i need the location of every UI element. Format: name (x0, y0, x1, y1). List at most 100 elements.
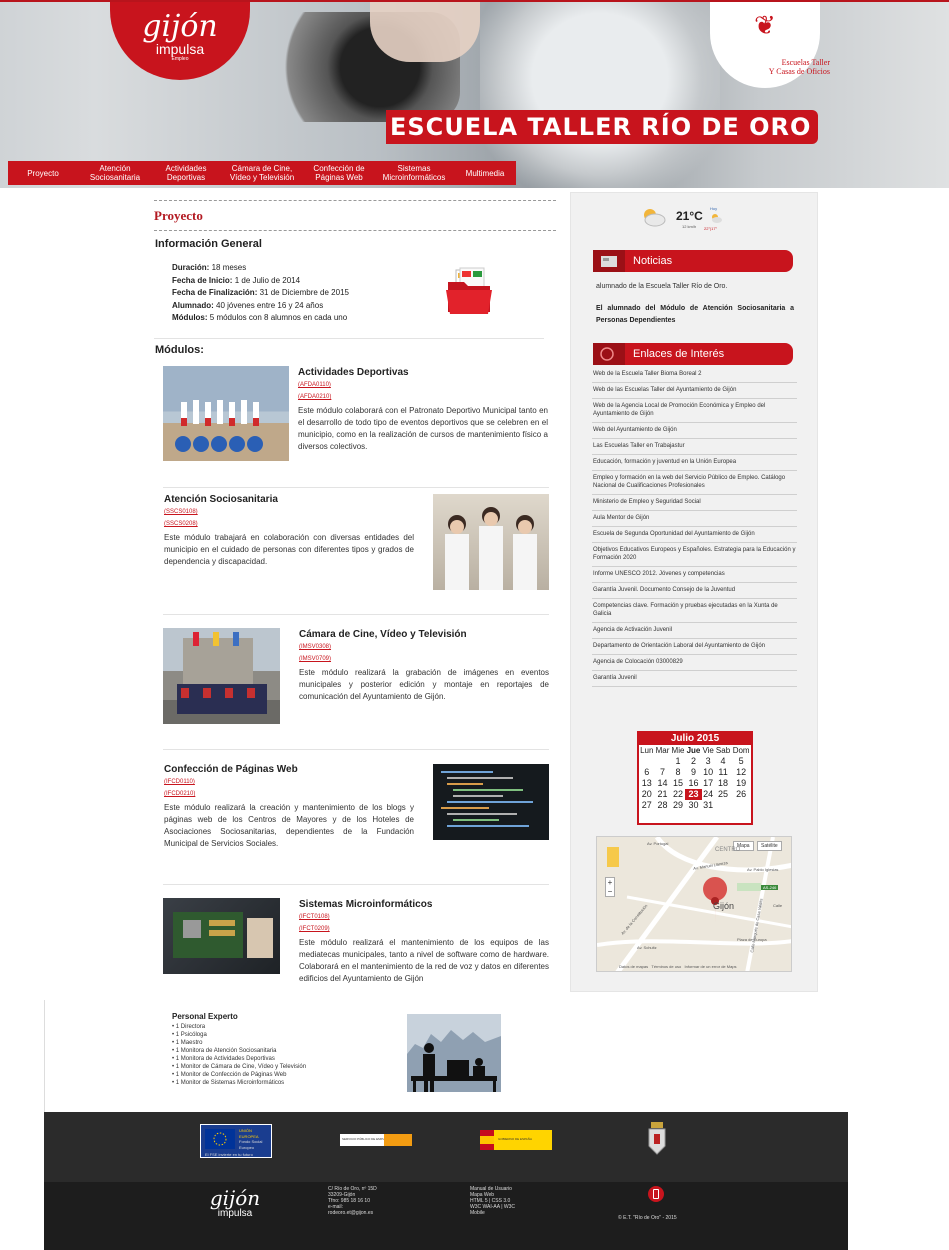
calendar-day[interactable]: 15 (671, 778, 686, 789)
calendar-day[interactable]: 2 (685, 756, 701, 767)
link-item[interactable]: Escuela de Segunda Oportunidad del Ayunt… (592, 527, 797, 543)
link-item[interactable]: Web del Ayuntamiento de Gijón (592, 423, 797, 439)
calendar-day[interactable]: 3 (702, 756, 715, 767)
link-item[interactable]: Garantía Juvenil (592, 671, 797, 687)
link-item[interactable]: Ministerio de Empleo y Seguridad Social (592, 495, 797, 511)
calendar-day[interactable]: 8 (671, 767, 686, 778)
calendar-day[interactable]: 23 (685, 789, 702, 800)
mobile-icon[interactable] (648, 1186, 664, 1202)
weekday: Mie (671, 746, 685, 755)
module-code-link[interactable]: (SSCS0108) (164, 507, 198, 517)
sepe-logo[interactable]: SERVICIO PÚBLICO DE EMPLEO ESTATAL (340, 1134, 412, 1146)
calendar-day[interactable]: 11 (715, 767, 732, 778)
calendar-day[interactable]: 19 (731, 778, 751, 789)
link-item[interactable]: Competencias clave. Formación y pruebas … (592, 599, 797, 623)
link-item[interactable]: Web de la Agencia Local de Promoción Eco… (592, 399, 797, 423)
calendar-day[interactable]: 10 (702, 767, 715, 778)
link-item[interactable]: Web de las Escuelas Taller del Ayuntamie… (592, 383, 797, 399)
calendar-day[interactable]: 9 (685, 767, 701, 778)
calendar-day[interactable]: 6 (639, 767, 655, 778)
calendar-day[interactable]: 14 (655, 778, 671, 789)
link-item[interactable]: Educación, formación y juventud en la Un… (592, 455, 797, 471)
nav-atencion-sociosanitaria[interactable]: Atención Sociosanitaria (78, 161, 152, 185)
link-item[interactable]: Empleo y formación en la web del Servici… (592, 471, 797, 495)
hand-photo (370, 2, 480, 62)
footer-gijon-logo[interactable]: gijón impulsa (200, 1188, 270, 1228)
calendar-day[interactable]: 25 (715, 789, 732, 800)
map-label: Calle (773, 903, 783, 908)
email-link[interactable]: rodeoro.et@gijon.es (328, 1210, 377, 1216)
module-code-link[interactable]: (IMSV0308) (299, 642, 331, 652)
calendar-day[interactable]: 30 (685, 800, 701, 811)
calendar-day[interactable]: 7 (655, 767, 671, 778)
calendar-day[interactable]: 5 (731, 756, 751, 767)
link-item[interactable]: Departamento de Orientación Laboral del … (592, 639, 797, 655)
news-item[interactable]: El alumnado del Módulo de Atención Socio… (596, 303, 794, 327)
news-item[interactable]: alumnado de la Escuela Taller Río de Oro… (596, 283, 727, 290)
calendar-day[interactable]: 26 (731, 789, 751, 800)
calendar-day[interactable]: 28 (655, 800, 671, 811)
city-map (597, 837, 791, 971)
module-code-link[interactable]: (IFCD0110) (164, 777, 195, 787)
info-row: Fecha de Inicio: 1 de Julio de 2014 (172, 275, 301, 285)
module-code-link[interactable]: (AFDA0210) (298, 392, 331, 402)
calendar-day[interactable]: 12 (731, 767, 751, 778)
gijon-impulsa-logo[interactable]: gijón impulsa Empleo (110, 2, 250, 80)
athletes-figures (175, 400, 263, 452)
nav-sistemas-micro[interactable]: Sistemas Microinformáticos (374, 161, 454, 185)
calendar-day (655, 756, 671, 767)
today-label: Hoy (710, 206, 718, 211)
weather-widget[interactable]: 21°C 12 km/h Hoy 22°|17° (640, 203, 740, 237)
road-badge: AS-246 (761, 885, 779, 890)
calendar-day[interactable]: 29 (671, 800, 686, 811)
links-title: Enlaces de Interés (633, 348, 725, 360)
module-code-link[interactable]: (AFDA0110) (298, 380, 331, 390)
gobierno-logo[interactable]: GOBIERNO DE ESPAÑA (480, 1130, 552, 1150)
calendar-day[interactable]: 20 (639, 789, 655, 800)
link-item[interactable]: Aula Mentor de Gijón (592, 511, 797, 527)
staff-item: 1 Psicóloga (172, 1031, 306, 1039)
link-item[interactable]: Agencia de Colocación 03000829 (592, 655, 797, 671)
calendar-grid: Lun Mar Mie Jue Vie Sab Dom 1 2 3 4 5 6 7 8 9 10 1… (639, 745, 751, 811)
footer-link[interactable]: Mobile (470, 1210, 515, 1216)
calendar-day[interactable]: 17 (702, 778, 715, 789)
calendar-day[interactable]: 24 (702, 789, 715, 800)
module-code-link[interactable]: (IFCT0108) (299, 912, 330, 922)
link-item[interactable]: Objetivos Educativos Europeos y Españole… (592, 543, 797, 567)
satellite-type-button[interactable]: Satélite (757, 841, 782, 851)
calendar-day[interactable]: 13 (639, 778, 655, 789)
calendar-day[interactable]: 4 (715, 756, 732, 767)
module-description: Este módulo realizará la grabación de im… (299, 668, 549, 701)
gijon-shield-icon[interactable] (648, 1122, 666, 1156)
module-code-link[interactable]: (IFCT0209) (299, 924, 330, 934)
map-footer[interactable]: Datos de mapas Términos de uso Informar … (619, 964, 737, 969)
link-item[interactable]: Garantía Juvenil. Documento Consejo de l… (592, 583, 797, 599)
calendar-day[interactable]: 1 (671, 756, 686, 767)
module-code-link[interactable]: (IFCD0210) (164, 789, 195, 799)
escuelas-taller-logo[interactable]: ❦ Escuelas Taller Y Casas de Oficios (710, 2, 830, 88)
spain-flag-icon (480, 1130, 494, 1150)
module-code-link[interactable]: (IMSV0709) (299, 654, 331, 664)
link-item[interactable]: Web de la Escuela Taller Bioma Boreal 2 (592, 367, 797, 383)
link-item[interactable]: Informe UNESCO 2012. Jóvenes y competenc… (592, 567, 797, 583)
divider (163, 884, 549, 885)
calendar-day[interactable]: 21 (655, 789, 671, 800)
nav-camara-cine[interactable]: Cámara de Cine, Vídeo y Televisión (220, 161, 304, 185)
zoom-control[interactable]: + − (605, 877, 615, 897)
nav-paginas-web[interactable]: Confección de Páginas Web (304, 161, 374, 185)
nav-multimedia[interactable]: Multimedia (454, 161, 516, 185)
calendar-day[interactable]: 22 (671, 789, 686, 800)
camara-photo (163, 628, 280, 724)
nav-actividades-deportivas[interactable]: Actividades Deportivas (152, 161, 220, 185)
calendar-day[interactable]: 16 (685, 778, 701, 789)
nav-proyecto[interactable]: Proyecto (8, 161, 78, 185)
calendar-day[interactable]: 27 (639, 800, 655, 811)
link-item[interactable]: Las Escuelas Taller en Trabajastur (592, 439, 797, 455)
link-item[interactable]: Agencia de Activación Juvenil (592, 623, 797, 639)
module-code-link[interactable]: (SSCS0208) (164, 519, 198, 529)
map-widget[interactable]: Mapa Satélite + − CENTRO Av. Portugal Av.… (596, 836, 792, 972)
calendar-day[interactable]: 31 (702, 800, 715, 811)
logo-main: gijón (142, 9, 218, 44)
eu-fse-logo[interactable]: UNIÓN EUROPEA Fondo Social Europeo El FS… (200, 1124, 272, 1158)
calendar-day[interactable]: 18 (715, 778, 732, 789)
